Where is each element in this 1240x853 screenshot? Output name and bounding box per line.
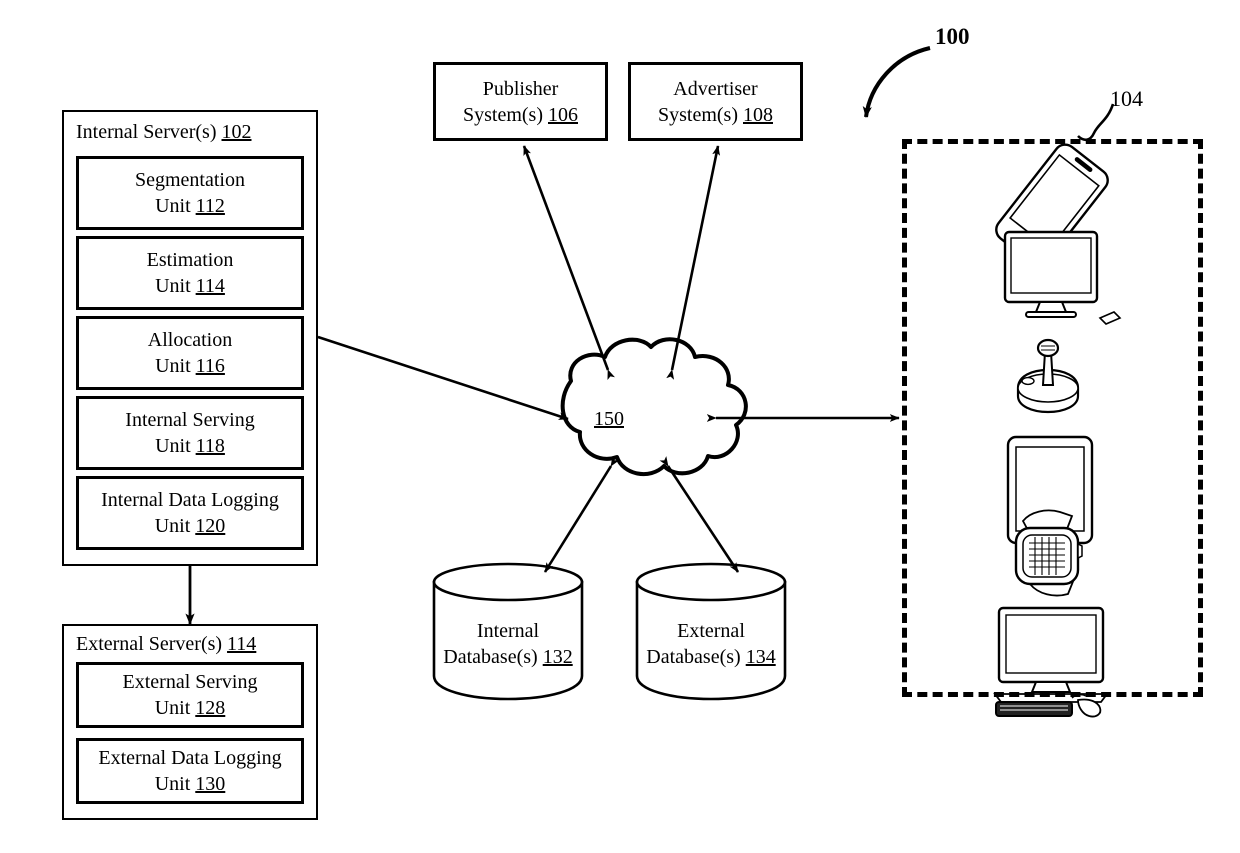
external-database-line2: Database(s) <box>646 646 741 668</box>
callout-arrow-100 <box>862 46 931 118</box>
advertiser-systems-line1: Advertiser <box>673 77 758 100</box>
arrow-network-internal-database <box>543 456 620 573</box>
internal-servers-title-num: 102 <box>221 121 252 143</box>
advertiser-systems-line2: System(s) <box>658 103 738 126</box>
internal-database-line2: Database(s) <box>443 646 538 668</box>
allocation-unit-line1: Allocation <box>147 329 233 351</box>
internal-data-logging-unit-label: Internal Data Logging Unit 120 <box>101 487 279 539</box>
device-region-boundary <box>902 139 1203 697</box>
external-data-logging-unit-line2: Unit <box>154 773 191 795</box>
arrow-internal-servers-network <box>308 330 569 421</box>
publisher-systems-box[interactable]: Publisher System(s) 106 <box>433 62 608 141</box>
advertiser-systems-label: Advertiser System(s) 108 <box>658 76 773 128</box>
network-label: 150 <box>594 408 624 430</box>
figure-canvas: 100 104 Internal Server(s) 102 Segmentat… <box>0 0 1240 853</box>
allocation-unit-line2: Unit <box>155 355 191 377</box>
arrow-network-publisher <box>522 145 615 381</box>
segmentation-unit-line2: Unit <box>155 195 191 217</box>
advertiser-systems-box[interactable]: Advertiser System(s) 108 <box>628 62 803 141</box>
external-database-label: External Database(s) 134 <box>637 618 785 670</box>
segmentation-unit-num: 112 <box>195 195 225 217</box>
allocation-unit-num: 116 <box>195 355 225 377</box>
segmentation-unit-label: Segmentation Unit 112 <box>135 167 245 219</box>
estimation-unit-line2: Unit <box>155 275 191 297</box>
publisher-systems-num: 106 <box>548 103 578 126</box>
external-serving-unit-box[interactable]: External Serving Unit 128 <box>76 662 304 728</box>
external-servers-title-num: 114 <box>227 633 257 655</box>
external-data-logging-unit-box[interactable]: External Data Logging Unit 130 <box>76 738 304 804</box>
allocation-unit-box[interactable]: Allocation Unit 116 <box>76 316 304 390</box>
external-servers-title: External Server(s) 114 <box>76 632 256 656</box>
internal-serving-unit-num: 118 <box>195 435 225 457</box>
arrow-network-external-database <box>659 456 740 573</box>
figure-reference-104: 104 <box>1110 86 1143 111</box>
segmentation-unit-line1: Segmentation <box>135 169 245 191</box>
external-database-num: 134 <box>745 646 776 668</box>
internal-data-logging-unit-num: 120 <box>195 515 226 537</box>
external-servers-title-text: External Server(s) <box>76 633 223 655</box>
network-cloud-shape <box>560 337 748 476</box>
estimation-unit-num: 114 <box>195 275 225 297</box>
external-serving-unit-line1: External Serving <box>122 671 258 693</box>
internal-serving-unit-label: Internal Serving Unit 118 <box>125 407 254 459</box>
internal-data-logging-unit-line2: Unit <box>154 515 191 537</box>
callout-leader-104 <box>1077 103 1115 142</box>
estimation-unit-label: Estimation Unit 114 <box>147 247 234 299</box>
external-serving-unit-num: 128 <box>195 697 226 719</box>
advertiser-systems-num: 108 <box>743 103 773 126</box>
internal-database-line1: Internal <box>476 620 540 642</box>
external-data-logging-unit-line1: External Data Logging <box>98 747 282 769</box>
external-serving-unit-label: External Serving Unit 128 <box>123 669 258 721</box>
figure-reference-100: 100 <box>935 24 970 49</box>
external-database-line1: External <box>677 620 745 642</box>
internal-servers-title-text: Internal Server(s) <box>76 121 217 143</box>
internal-data-logging-unit-box[interactable]: Internal Data Logging Unit 120 <box>76 476 304 550</box>
internal-database-label: Internal Database(s) 132 <box>434 618 582 670</box>
internal-serving-unit-line2: Unit <box>155 435 191 457</box>
internal-data-logging-unit-line1: Internal Data Logging <box>101 489 279 511</box>
internal-servers-title: Internal Server(s) 102 <box>76 120 252 144</box>
internal-serving-unit-line1: Internal Serving <box>125 409 255 431</box>
allocation-unit-label: Allocation Unit 116 <box>148 327 232 379</box>
internal-serving-unit-box[interactable]: Internal Serving Unit 118 <box>76 396 304 470</box>
publisher-systems-line1: Publisher <box>482 77 559 100</box>
estimation-unit-box[interactable]: Estimation Unit 114 <box>76 236 304 310</box>
internal-database-num: 132 <box>542 646 573 668</box>
external-data-logging-unit-num: 130 <box>195 773 226 795</box>
publisher-systems-label: Publisher System(s) 106 <box>463 76 578 128</box>
estimation-unit-line1: Estimation <box>146 249 234 271</box>
segmentation-unit-box[interactable]: Segmentation Unit 112 <box>76 156 304 230</box>
publisher-systems-line2: System(s) <box>463 103 543 126</box>
external-serving-unit-line2: Unit <box>154 697 191 719</box>
arrow-network-advertiser <box>666 145 721 380</box>
external-data-logging-unit-label: External Data Logging Unit 130 <box>98 745 281 797</box>
